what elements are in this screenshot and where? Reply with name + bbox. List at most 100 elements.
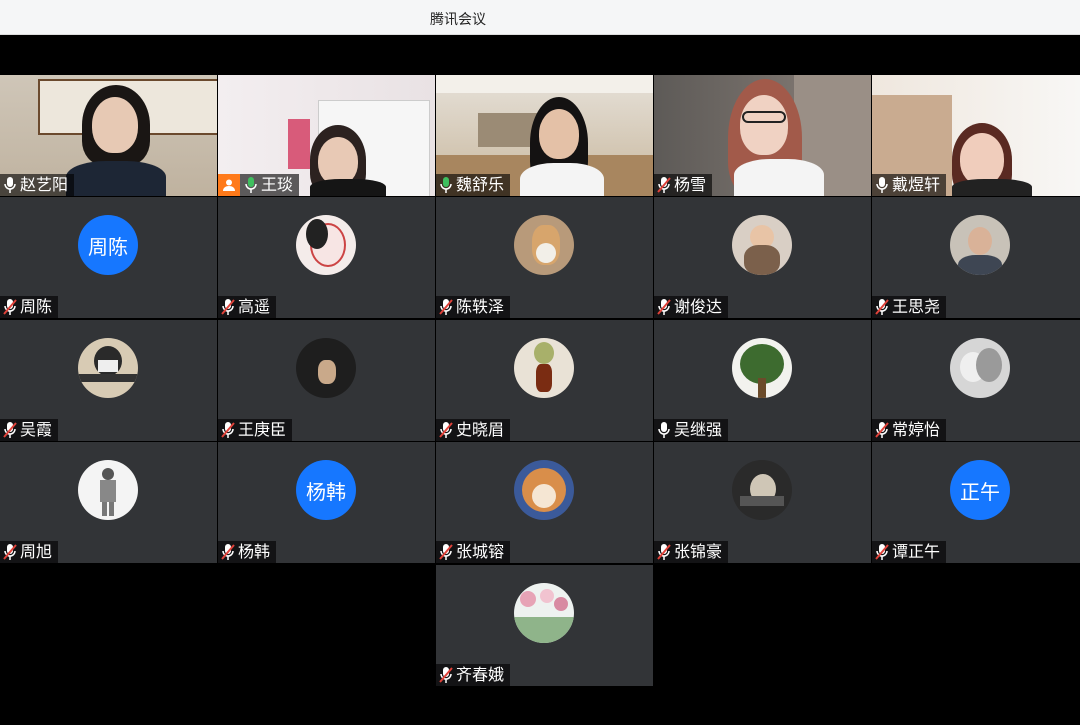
avatar: 正午 [950, 460, 1010, 520]
avatar-tile-6[interactable]: 高遥 [218, 197, 435, 318]
avatar-tile-13[interactable]: 吴继强 [654, 320, 871, 441]
mic-muted-icon [875, 544, 889, 560]
participant-name-tag: 周旭 [0, 541, 59, 563]
participant-name-tag: 吴霞 [0, 419, 59, 441]
avatar-tile-5[interactable]: 周陈 周陈 [0, 197, 217, 318]
participant-name: 杨雪 [674, 175, 707, 194]
avatar [514, 338, 574, 398]
participant-name: 张锦豪 [674, 542, 723, 561]
mic-muted-icon [3, 422, 17, 438]
participant-name: 陈轶泽 [456, 297, 505, 316]
mic-on-icon [658, 422, 670, 438]
mic-active-icon [245, 177, 257, 193]
mic-active-icon [440, 177, 452, 193]
avatar-tile-18[interactable]: 张锦豪 [654, 442, 871, 563]
avatar-tile-10[interactable]: 吴霞 [0, 320, 217, 441]
participant-name-tag: 齐春娥 [436, 664, 511, 686]
participant-name: 常婷怡 [892, 420, 941, 439]
participant-name: 周陈 [20, 297, 53, 316]
avatar-tile-7[interactable]: 陈轶泽 [436, 197, 653, 318]
participant-name: 谭正午 [892, 542, 941, 561]
participant-name-tag: 吴继强 [654, 419, 729, 441]
mic-muted-icon [657, 299, 671, 315]
participant-name-tag: 王庚臣 [218, 419, 293, 441]
mic-muted-icon [221, 544, 235, 560]
avatar [950, 215, 1010, 275]
participant-name-tag: 常婷怡 [872, 419, 947, 441]
participant-name: 王庚臣 [238, 420, 287, 439]
mic-muted-icon [657, 177, 671, 193]
avatar-tile-14[interactable]: 常婷怡 [872, 320, 1080, 441]
participant-name: 吴霞 [20, 420, 53, 439]
avatar [78, 460, 138, 520]
participant-name-tag: 王思尧 [872, 296, 947, 318]
participant-name: 周旭 [20, 542, 53, 561]
avatar [732, 460, 792, 520]
mic-muted-icon [657, 544, 671, 560]
host-icon [218, 174, 240, 196]
avatar-tile-9[interactable]: 王思尧 [872, 197, 1080, 318]
participant-name-tag: 赵艺阳 [0, 174, 75, 196]
participant-name-tag: 杨韩 [218, 541, 277, 563]
participant-name-tag: 魏舒乐 [436, 174, 511, 196]
participant-name: 张城镕 [456, 542, 505, 561]
avatar-tile-8[interactable]: 谢俊达 [654, 197, 871, 318]
mic-muted-icon [221, 422, 235, 438]
video-tile-2[interactable]: 魏舒乐 [436, 75, 653, 196]
mic-muted-icon [3, 299, 17, 315]
avatar-tile-16[interactable]: 杨韩 杨韩 [218, 442, 435, 563]
participant-name-tag: 张城镕 [436, 541, 511, 563]
participant-name: 史晓眉 [456, 420, 505, 439]
mic-muted-icon [221, 299, 235, 315]
participant-name: 杨韩 [238, 542, 271, 561]
participant-name: 赵艺阳 [20, 175, 69, 194]
participant-name: 王思尧 [892, 297, 941, 316]
avatar [950, 338, 1010, 398]
avatar [514, 460, 574, 520]
participant-name: 谢俊达 [674, 297, 723, 316]
video-tile-1[interactable]: 王琰 [218, 75, 435, 196]
avatar-tile-20[interactable]: 齐春娥 [436, 565, 653, 686]
participant-name: 戴煜轩 [892, 175, 941, 194]
avatar [514, 215, 574, 275]
avatar-tile-15[interactable]: 周旭 [0, 442, 217, 563]
avatar [732, 215, 792, 275]
video-tile-4[interactable]: 戴煜轩 [872, 75, 1080, 196]
participant-name-tag: 史晓眉 [436, 419, 511, 441]
mic-muted-icon [439, 544, 453, 560]
video-tile-3[interactable]: 杨雪 [654, 75, 871, 196]
participant-name-tag: 谢俊达 [654, 296, 729, 318]
participant-name: 高遥 [238, 297, 271, 316]
mic-muted-icon [439, 299, 453, 315]
participant-name-tag: 高遥 [218, 296, 277, 318]
window-title: 腾讯会议 [430, 12, 486, 28]
participant-name-tag: 王琰 [218, 174, 300, 196]
avatar-tile-11[interactable]: 王庚臣 [218, 320, 435, 441]
avatar-tile-17[interactable]: 张城镕 [436, 442, 653, 563]
avatar: 周陈 [78, 215, 138, 275]
participant-name: 王琰 [261, 175, 294, 194]
participant-name-tag: 周陈 [0, 296, 59, 318]
avatar [296, 338, 356, 398]
participant-name-tag: 杨雪 [654, 174, 713, 196]
avatar: 杨韩 [296, 460, 356, 520]
avatar-tile-19[interactable]: 正午 谭正午 [872, 442, 1080, 563]
mic-on-icon [876, 177, 888, 193]
mic-muted-icon [3, 544, 17, 560]
participant-name: 魏舒乐 [456, 175, 505, 194]
video-grid: 赵艺阳 王琰 魏舒乐 杨雪 戴煜轩 周陈 周陈 高遥 陈轶泽 谢俊达 王思尧 吴… [0, 35, 1080, 725]
participant-name-tag: 戴煜轩 [872, 174, 947, 196]
mic-muted-icon [439, 667, 453, 683]
avatar-tile-12[interactable]: 史晓眉 [436, 320, 653, 441]
participant-name-tag: 谭正午 [872, 541, 947, 563]
mic-on-icon [4, 177, 16, 193]
mic-muted-icon [439, 422, 453, 438]
mic-muted-icon [875, 422, 889, 438]
participant-name-tag: 张锦豪 [654, 541, 729, 563]
participant-name: 齐春娥 [456, 665, 505, 684]
participant-name: 吴继强 [674, 420, 723, 439]
video-tile-0[interactable]: 赵艺阳 [0, 75, 217, 196]
avatar [296, 215, 356, 275]
participant-name-tag: 陈轶泽 [436, 296, 511, 318]
avatar [732, 338, 792, 398]
